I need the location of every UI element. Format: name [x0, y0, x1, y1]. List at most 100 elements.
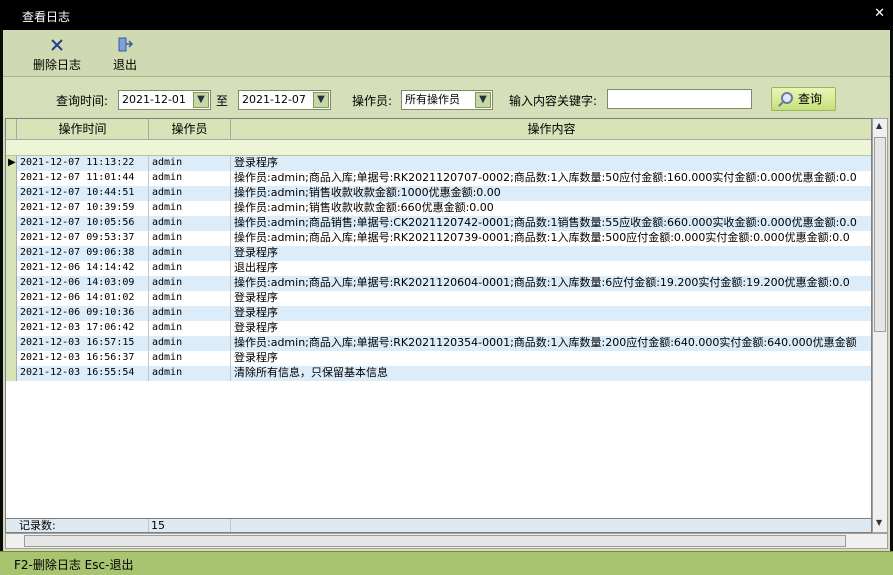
- cell-time: 2021-12-03 16:56:37: [17, 351, 149, 366]
- table-row[interactable]: ▶ 2021-12-07 11:13:22 admin 登录程序: [6, 156, 871, 171]
- row-selector[interactable]: [6, 186, 17, 201]
- date-from-value: 2021-12-01: [122, 93, 186, 106]
- keyword-input[interactable]: [607, 89, 752, 109]
- row-selector[interactable]: [6, 351, 17, 366]
- column-header-time[interactable]: 操作时间: [17, 119, 149, 140]
- row-selector[interactable]: [6, 261, 17, 276]
- table-row[interactable]: 2021-12-03 16:57:15 admin 操作员:admin;商品入库;单…: [6, 336, 871, 351]
- operator-label: 操作员:: [352, 94, 393, 108]
- vertical-scroll-thumb[interactable]: [874, 137, 886, 332]
- row-selector[interactable]: [6, 291, 17, 306]
- query-time-label: 查询时间:: [56, 94, 109, 108]
- cell-time: 2021-12-07 10:05:56: [17, 216, 149, 231]
- vertical-scrollbar[interactable]: ▲ ▼: [872, 118, 888, 533]
- row-selector[interactable]: [6, 216, 17, 231]
- table-row[interactable]: 2021-12-07 09:06:38 admin 登录程序: [6, 246, 871, 261]
- row-selector[interactable]: [6, 201, 17, 216]
- cell-operator: admin: [149, 171, 231, 186]
- row-selector[interactable]: [6, 306, 17, 321]
- cell-operator: admin: [149, 201, 231, 216]
- chevron-down-icon[interactable]: ▼: [193, 92, 209, 108]
- query-button-label: 查询: [798, 92, 823, 106]
- cell-operator: admin: [149, 156, 231, 171]
- horizontal-scrollbar[interactable]: [5, 533, 888, 549]
- cell-operator: admin: [149, 186, 231, 201]
- scroll-up-icon[interactable]: ▲: [876, 121, 882, 130]
- table-row[interactable]: 2021-12-06 14:01:02 admin 登录程序: [6, 291, 871, 306]
- table-row[interactable]: 2021-12-03 16:55:54 admin 清除所有信息，只保留基本信息: [6, 366, 871, 381]
- cell-operator: admin: [149, 336, 231, 351]
- cell-time: 2021-12-03 17:06:42: [17, 321, 149, 336]
- cell-content: 登录程序: [231, 156, 871, 171]
- cell-time: 2021-12-07 11:13:22: [17, 156, 149, 171]
- table-row[interactable]: 2021-12-03 16:56:37 admin 登录程序: [6, 351, 871, 366]
- cell-content: 登录程序: [231, 351, 871, 366]
- row-selector[interactable]: [6, 231, 17, 246]
- table-row[interactable]: 2021-12-07 11:01:44 admin 操作员:admin;商品入库;单…: [6, 171, 871, 186]
- row-selector[interactable]: [6, 171, 17, 186]
- record-count-label: 记录数:: [17, 519, 149, 532]
- filter-row[interactable]: [6, 140, 871, 156]
- log-table: 操作时间 操作员 操作内容 ▶ 2021-12-07 11:13:22 admin 登…: [5, 118, 872, 533]
- cell-content: 操作员:admin;商品入库;单据号:RK2021120707-0002;商品数…: [231, 171, 871, 186]
- cell-time: 2021-12-03 16:57:15: [17, 336, 149, 351]
- row-selector[interactable]: [6, 246, 17, 261]
- table-row[interactable]: 2021-12-06 14:03:09 admin 操作员:admin;商品入库;单…: [6, 276, 871, 291]
- cell-content: 操作员:admin;商品入库;单据号:RK2021120354-0001;商品数…: [231, 336, 871, 351]
- record-count-value: 15: [149, 519, 231, 532]
- cell-content: 操作员:admin;销售收款收款金额:1000优惠金额:0.00: [231, 186, 871, 201]
- scroll-down-icon[interactable]: ▼: [876, 518, 882, 527]
- table-row[interactable]: 2021-12-07 10:44:51 admin 操作员:admin;销售收款收款…: [6, 186, 871, 201]
- date-to-picker[interactable]: 2021-12-07 ▼: [238, 90, 331, 110]
- search-icon: [781, 92, 793, 104]
- table-row[interactable]: 2021-12-03 17:06:42 admin 登录程序: [6, 321, 871, 336]
- exit-label: 退出: [112, 58, 137, 72]
- cell-content: 操作员:admin;商品入库;单据号:RK2021120739-0001;商品数…: [231, 231, 871, 246]
- horizontal-scroll-thumb[interactable]: [24, 535, 846, 547]
- table-row[interactable]: 2021-12-06 09:10:36 admin 登录程序: [6, 306, 871, 321]
- delete-log-button[interactable]: 删除日志: [31, 36, 83, 74]
- column-header-operator[interactable]: 操作员: [149, 119, 231, 140]
- table-row[interactable]: 2021-12-07 10:39:59 admin 操作员:admin;销售收款收款…: [6, 201, 871, 216]
- date-from-picker[interactable]: 2021-12-01 ▼: [118, 90, 211, 110]
- window-title: 查看日志: [22, 10, 71, 24]
- cell-time: 2021-12-06 14:01:02: [17, 291, 149, 306]
- cell-content: 登录程序: [231, 306, 871, 321]
- date-to-value: 2021-12-07: [242, 93, 306, 106]
- keyword-label: 输入内容关键字:: [509, 94, 598, 108]
- query-button[interactable]: 查询: [771, 87, 836, 111]
- cell-operator: admin: [149, 306, 231, 321]
- table-footer: 记录数: 15: [6, 518, 871, 532]
- cell-time: 2021-12-07 10:44:51: [17, 186, 149, 201]
- cell-operator: admin: [149, 261, 231, 276]
- operator-select[interactable]: 所有操作员 ▼: [401, 90, 493, 110]
- cell-content: 操作员:admin;商品入库;单据号:RK2021120604-0001;商品数…: [231, 276, 871, 291]
- row-selector[interactable]: [6, 321, 17, 336]
- row-selector[interactable]: [6, 336, 17, 351]
- cell-operator: admin: [149, 216, 231, 231]
- row-selector[interactable]: [6, 276, 17, 291]
- cell-time: 2021-12-06 14:03:09: [17, 276, 149, 291]
- cell-operator: admin: [149, 231, 231, 246]
- cell-content: 登录程序: [231, 321, 871, 336]
- chevron-down-icon[interactable]: ▼: [313, 92, 329, 108]
- close-icon[interactable]: ✕: [874, 6, 885, 21]
- cell-content: 登录程序: [231, 246, 871, 261]
- operator-select-value: 所有操作员: [405, 93, 460, 106]
- cell-time: 2021-12-06 14:14:42: [17, 261, 149, 276]
- chevron-down-icon[interactable]: ▼: [475, 92, 491, 108]
- row-selector[interactable]: [6, 366, 17, 381]
- exit-button[interactable]: 退出: [107, 36, 143, 74]
- cell-operator: admin: [149, 291, 231, 306]
- cell-content: 操作员:admin;商品销售;单据号:CK2021120742-0001;商品数…: [231, 216, 871, 231]
- table-row[interactable]: 2021-12-07 10:05:56 admin 操作员:admin;商品销售;单…: [6, 216, 871, 231]
- table-row[interactable]: 2021-12-06 14:14:42 admin 退出程序: [6, 261, 871, 276]
- row-selector[interactable]: ▶: [6, 156, 17, 171]
- column-header-content[interactable]: 操作内容: [231, 119, 871, 140]
- cell-time: 2021-12-03 16:55:54: [17, 366, 149, 381]
- cell-content: 登录程序: [231, 291, 871, 306]
- toolbar: 删除日志 退出: [3, 30, 890, 76]
- table-row[interactable]: 2021-12-07 09:53:37 admin 操作员:admin;商品入库;单…: [6, 231, 871, 246]
- cell-operator: admin: [149, 321, 231, 336]
- status-text: F2-删除日志 Esc-退出: [14, 558, 134, 572]
